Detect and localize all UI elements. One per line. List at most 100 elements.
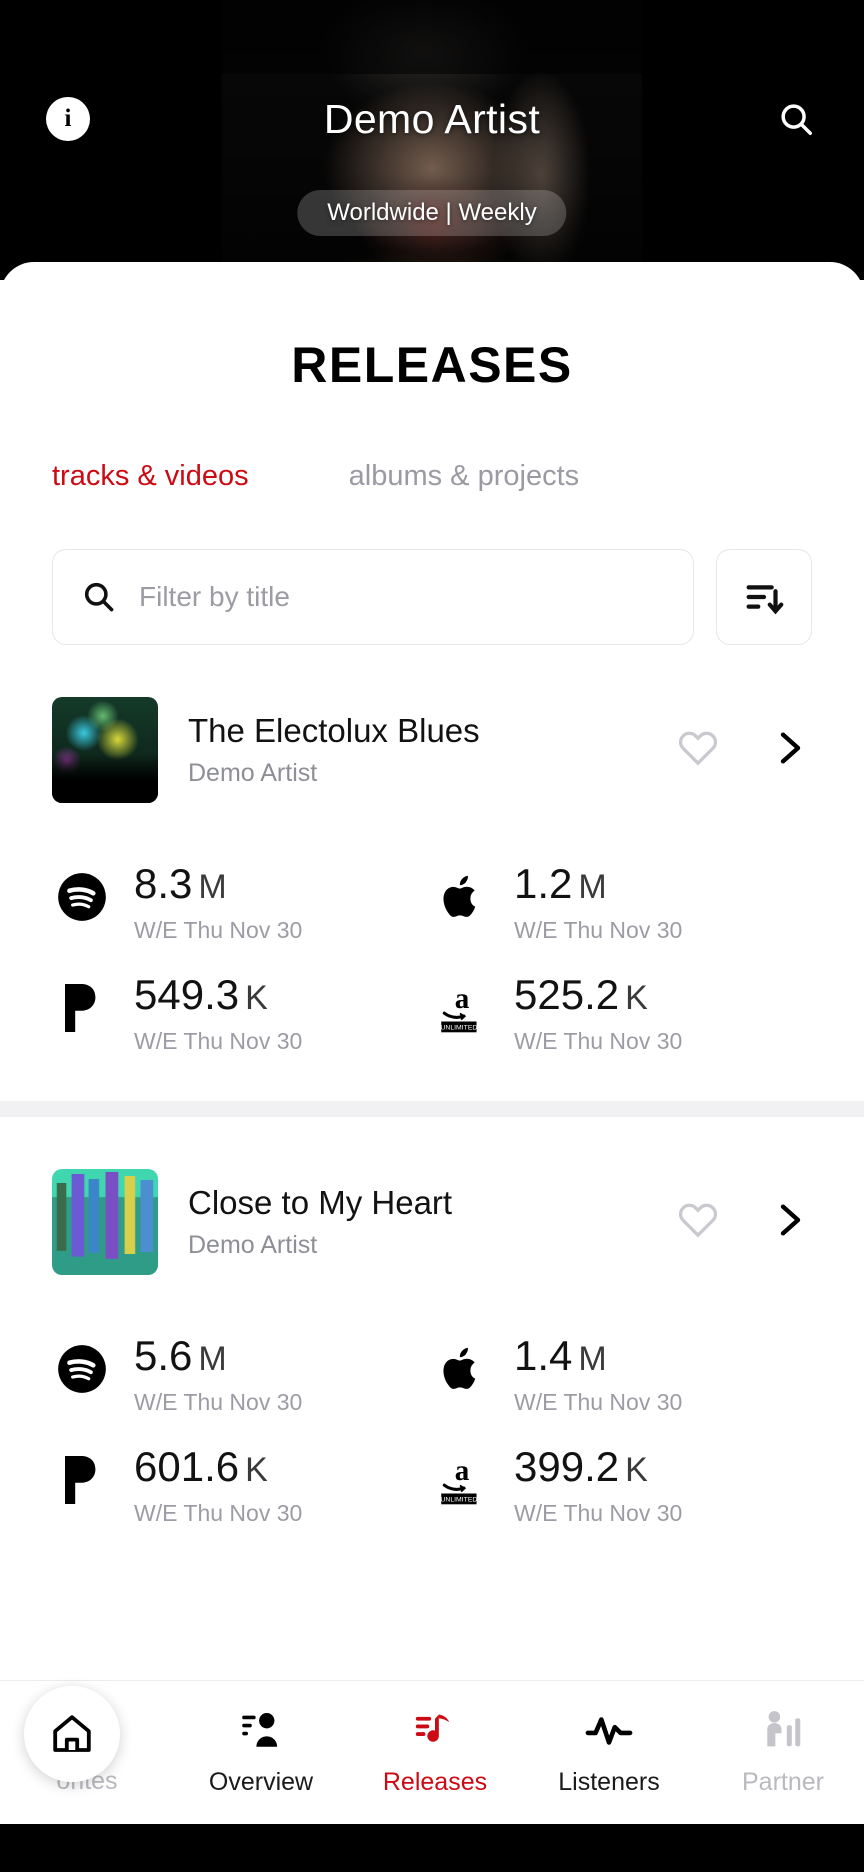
release-header[interactable]: Close to My Heart Demo Artist	[52, 1169, 812, 1275]
spotify-icon	[52, 867, 112, 927]
release-title: Close to My Heart	[188, 1183, 453, 1221]
stat-number: 549.3	[134, 971, 240, 1018]
nav-label: Releases	[382, 1768, 488, 1796]
stat-text: 1.4 M W/E Thu Nov 30	[514, 1335, 682, 1416]
nav-label: Overview	[208, 1768, 314, 1796]
svg-text:a: a	[455, 983, 470, 1015]
release-detail-button[interactable]	[768, 728, 808, 773]
stat-text: 1.2 M W/E Thu Nov 30	[514, 863, 682, 944]
section-divider	[0, 1101, 864, 1117]
nav-label: Partner	[742, 1768, 824, 1796]
pandora-icon	[52, 978, 112, 1038]
music-note-lines-icon	[415, 1714, 450, 1742]
stat-item: a UNLIMITED 525.2 K W/E Thu Nov 30	[432, 974, 812, 1055]
nav-item-releases[interactable]: Releases	[348, 1708, 522, 1797]
nav-item-overview[interactable]: Overview	[174, 1708, 348, 1797]
stat-period: W/E Thu Nov 30	[134, 1500, 303, 1526]
favorite-button[interactable]	[676, 1198, 720, 1247]
release-header[interactable]: The Electolux Blues Demo Artist	[52, 697, 812, 803]
stat-period: W/E Thu Nov 30	[134, 1028, 303, 1054]
favorite-button[interactable]	[676, 726, 720, 775]
stat-period: W/E Thu Nov 30	[514, 1028, 683, 1054]
artist-hero: i Demo Artist Worldwide | Weekly	[0, 0, 864, 280]
tab-bar: tracks & videos albums & projects	[0, 460, 864, 493]
info-icon[interactable]: i	[46, 97, 90, 141]
stat-period: W/E Thu Nov 30	[514, 1500, 683, 1526]
stat-value: 1.2 M	[514, 863, 682, 905]
search-input[interactable]: Filter by title	[139, 581, 290, 613]
stat-item: 5.6 M W/E Thu Nov 30	[52, 1335, 432, 1416]
stat-number: 399.2	[514, 1443, 620, 1490]
stat-unit: M	[198, 1340, 227, 1378]
svg-text:a: a	[455, 1455, 470, 1487]
sort-button[interactable]	[716, 549, 812, 645]
amazon-unlimited-icon: a UNLIMITED	[432, 1450, 492, 1510]
home-fab-button[interactable]	[24, 1686, 120, 1782]
platform-stats: 8.3 M W/E Thu Nov 30 1.2 M W/E Thu Nov 3…	[52, 833, 812, 1055]
stat-unit: K	[625, 979, 648, 1017]
home-icon	[53, 1715, 91, 1752]
stat-number: 525.2	[514, 971, 620, 1018]
apple-music-icon	[432, 1339, 492, 1399]
stat-unit: K	[245, 1451, 268, 1489]
stat-value: 549.3 K	[134, 974, 302, 1016]
album-artwork	[52, 697, 158, 803]
stat-period: W/E Thu Nov 30	[514, 917, 683, 943]
svg-text:UNLIMITED: UNLIMITED	[440, 1025, 477, 1032]
content-sheet: RELEASES tracks & videos albums & projec…	[0, 262, 864, 1872]
status-bar	[0, 0, 864, 74]
page-title-artist: Demo Artist	[323, 95, 541, 142]
stat-item: 1.4 M W/E Thu Nov 30	[432, 1335, 812, 1416]
search-input-wrapper[interactable]: Filter by title	[52, 549, 694, 645]
stat-item: 601.6 K W/E Thu Nov 30	[52, 1446, 432, 1527]
release-titles: Close to My Heart Demo Artist	[188, 1184, 676, 1261]
platform-stats: 5.6 M W/E Thu Nov 30 1.4 M W/E Thu Nov 3…	[52, 1305, 812, 1527]
album-artwork	[52, 1169, 158, 1275]
scope-pill[interactable]: Worldwide | Weekly	[297, 190, 567, 236]
tab-tracks-videos[interactable]: tracks & videos	[52, 460, 249, 493]
bottom-nav: orites Overview Releases Listeners Partn…	[0, 1680, 864, 1824]
stat-text: 601.6 K W/E Thu Nov 30	[134, 1446, 302, 1527]
filter-row: Filter by title	[0, 549, 864, 645]
stat-number: 8.3	[134, 860, 193, 907]
release-card[interactable]: The Electolux Blues Demo Artist 8.3 M W/…	[0, 697, 864, 1055]
stat-unit: M	[578, 1340, 607, 1378]
stat-text: 549.3 K W/E Thu Nov 30	[134, 974, 302, 1055]
sort-descending-icon	[746, 585, 784, 615]
apple-music-icon	[432, 867, 492, 927]
stat-unit: M	[198, 868, 227, 906]
nav-item-partners[interactable]: Partner	[696, 1708, 864, 1797]
stat-value: 525.2 K	[514, 974, 682, 1016]
release-titles: The Electolux Blues Demo Artist	[188, 712, 676, 789]
tab-albums-projects[interactable]: albums & projects	[349, 460, 580, 493]
amazon-unlimited-icon: a UNLIMITED	[432, 978, 492, 1038]
person-list-icon	[242, 1712, 278, 1747]
person-chart-icon	[767, 1711, 801, 1747]
stat-item: 549.3 K W/E Thu Nov 30	[52, 974, 432, 1055]
stat-text: 525.2 K W/E Thu Nov 30	[514, 974, 682, 1055]
search-icon[interactable]	[774, 97, 818, 141]
stat-text: 5.6 M W/E Thu Nov 30	[134, 1335, 302, 1416]
stat-period: W/E Thu Nov 30	[134, 917, 303, 943]
spotify-icon	[52, 1339, 112, 1399]
release-detail-button[interactable]	[768, 1200, 808, 1245]
nav-item-listeners[interactable]: Listeners	[522, 1708, 696, 1797]
stat-value: 8.3 M	[134, 863, 302, 905]
heart-outline-icon	[678, 731, 718, 766]
stat-text: 8.3 M W/E Thu Nov 30	[134, 863, 302, 944]
stat-period: W/E Thu Nov 30	[134, 1389, 303, 1415]
stat-text: 399.2 K W/E Thu Nov 30	[514, 1446, 682, 1527]
stat-unit: K	[245, 979, 268, 1017]
stat-item: a UNLIMITED 399.2 K W/E Thu Nov 30	[432, 1446, 812, 1527]
stat-value: 1.4 M	[514, 1335, 682, 1377]
stat-number: 5.6	[134, 1332, 193, 1379]
stat-number: 1.4	[514, 1332, 573, 1379]
stat-value: 601.6 K	[134, 1446, 302, 1488]
pulse-wave-icon	[585, 1717, 633, 1745]
stat-number: 1.2	[514, 860, 573, 907]
page-title: RELEASES	[291, 337, 573, 393]
home-indicator-bar	[0, 1824, 864, 1872]
search-icon	[84, 582, 114, 612]
release-title: The Electolux Blues	[188, 711, 480, 749]
release-card[interactable]: Close to My Heart Demo Artist 5.6 M W/E …	[0, 1169, 864, 1527]
